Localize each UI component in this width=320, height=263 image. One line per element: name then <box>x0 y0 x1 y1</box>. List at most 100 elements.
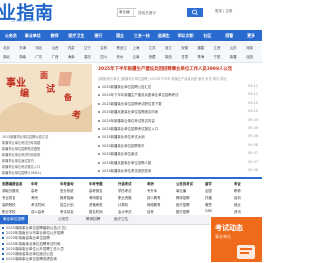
category-link[interactable]: 专升本 <box>147 188 157 193</box>
region-link[interactable]: 辽宁 <box>84 45 91 50</box>
region-link[interactable]: 上海 <box>133 45 140 50</box>
region-link[interactable]: 新疆 <box>230 54 237 59</box>
category-link[interactable]: 自考 <box>147 209 154 214</box>
nav-item[interactable]: 事业单位 <box>22 30 44 41</box>
news-item[interactable]: 2025新疆事业单位招聘考试职位表下载 09-10 <box>98 101 258 107</box>
region-link[interactable]: 西藏 <box>149 54 156 59</box>
region-link[interactable]: 吉林 <box>100 45 107 50</box>
category-link[interactable]: 专业排名 <box>2 195 16 200</box>
region-link[interactable]: 重庆 <box>84 54 91 59</box>
category-link[interactable]: 招生计划 <box>60 202 74 207</box>
region-link[interactable]: 安徽 <box>181 45 188 50</box>
region-link[interactable]: 福建 <box>197 45 204 50</box>
site-logo[interactable]: 业指南 zhinan.com <box>0 0 92 28</box>
news-item[interactable]: 2025新疆事业单位招聘条件 09-08 <box>98 143 258 149</box>
category-link[interactable]: 职业资格 <box>118 195 132 200</box>
nav-item[interactable]: 国企 <box>109 30 131 41</box>
category-link[interactable]: 就业 <box>234 202 241 207</box>
promo-banner[interactable]: 事业编面试备考 <box>0 64 92 132</box>
category-link[interactable]: 考研 <box>147 181 154 186</box>
category-link[interactable]: 银行招聘 <box>176 209 190 214</box>
category-link[interactable]: 事业编 <box>176 188 186 193</box>
region-link[interactable]: 云南 <box>133 54 140 59</box>
category-link[interactable]: 雅思 <box>205 202 212 207</box>
news-item[interactable]: 2025新疆事业单位招聘考试报名入口 09-09 <box>98 126 258 132</box>
left-list-item[interactable]: 新疆事业单位考试时间安排 <box>2 152 40 157</box>
nav-item[interactable]: 公务员 <box>0 30 22 41</box>
region-link[interactable]: 广西 <box>52 54 59 59</box>
bottom-tab[interactable]: 事业单位招聘 <box>0 215 28 224</box>
nav-item[interactable]: 招警 <box>218 30 240 41</box>
category-link[interactable]: 高职院校 <box>2 202 16 207</box>
category-link[interactable]: 留学 <box>205 181 212 186</box>
category-link[interactable]: 高考 <box>31 188 38 193</box>
region-link[interactable]: 河北 <box>35 45 42 50</box>
news-item[interactable]: 2025新疆事业单位考试成绩查询 09-06 <box>98 168 258 174</box>
region-link[interactable]: 青海 <box>197 54 204 59</box>
region-link[interactable]: 湖南 <box>19 54 26 59</box>
region-link[interactable]: 山西 <box>52 45 59 50</box>
news-item[interactable]: 2025新疆兵团事业单位招聘人数 09-07 <box>98 160 258 166</box>
category-link[interactable]: 资讯 <box>234 209 241 214</box>
category-link[interactable]: 查分系统 <box>60 188 74 193</box>
category-link[interactable]: 学历考试 <box>118 188 132 193</box>
category-link[interactable]: 公务员考试 <box>176 181 193 186</box>
category-link[interactable]: 成人教育 <box>147 195 161 200</box>
category-link[interactable]: 考研 <box>31 195 38 200</box>
search-button[interactable] <box>187 8 203 17</box>
region-link[interactable]: 内蒙 <box>68 45 75 50</box>
category-link[interactable]: 考研报名 <box>89 195 103 200</box>
category-link[interactable]: 高考报名 <box>89 188 103 193</box>
region-link[interactable]: 海南 <box>68 54 75 59</box>
bottom-tab[interactable]: 教师招聘 <box>86 215 100 224</box>
region-link[interactable]: 江西 <box>214 45 221 50</box>
category-link[interactable]: 中考 <box>31 181 38 186</box>
nav-item[interactable]: 教师 <box>44 30 66 41</box>
news-item[interactable]: 2025新疆事业单位面试 09-07 <box>98 151 258 157</box>
left-list-item[interactable]: 新疆事业单位招聘(1998人) <box>2 170 41 175</box>
category-link[interactable]: 中考专题 <box>89 181 103 186</box>
category-link[interactable]: 志愿填报信息 <box>2 181 22 186</box>
category-link[interactable]: 教师招聘 <box>176 195 190 200</box>
news-item[interactable]: 2025年下半年新疆生产建设兵团事业单位招聘考试 09-11 <box>98 92 258 98</box>
category-link[interactable]: 考试时间 <box>31 202 45 207</box>
header-links[interactable]: 登录 | 注册 <box>215 9 232 14</box>
region-link[interactable]: 浙江 <box>165 45 172 50</box>
category-link[interactable]: 职称 <box>234 188 241 193</box>
category-link[interactable]: 托福 <box>205 195 212 200</box>
category-link[interactable]: 计算机 <box>118 202 128 207</box>
category-link[interactable]: 报名时间 <box>89 209 103 214</box>
nav-item[interactable]: 更多 <box>240 30 262 41</box>
region-link[interactable]: 江苏 <box>149 45 156 50</box>
category-link[interactable]: GRE <box>205 209 212 213</box>
region-link[interactable]: 湖北 <box>3 54 10 59</box>
category-link[interactable]: 成人高考 <box>31 209 45 214</box>
region-link[interactable]: 广东 <box>35 54 42 59</box>
left-list-item[interactable]: 新疆事业单位考试报名入口 <box>2 164 40 169</box>
news-item[interactable]: 2025新疆兵团事业单位招聘报名时间 09-10 <box>98 109 258 115</box>
headline[interactable]: 2025年下半年新疆生产建设兵团招聘事业单位工作人员2998人公告 <box>98 66 260 74</box>
category-link[interactable]: 网络教育 <box>147 202 161 207</box>
news-item[interactable]: 2025新疆事业单位招聘公告汇总 09-11 <box>98 84 258 90</box>
search-input[interactable] <box>136 8 191 19</box>
category-link[interactable]: 会计考试 <box>118 209 132 214</box>
region-link[interactable]: 黑龙江 <box>116 45 126 50</box>
region-link[interactable]: 陕西 <box>165 54 172 59</box>
category-link[interactable]: 医疗招聘 <box>176 202 190 207</box>
category-link[interactable]: 考试动态 <box>60 209 74 214</box>
region-link[interactable]: 兵团 <box>246 54 253 59</box>
category-link[interactable]: 职业学校 <box>2 209 16 214</box>
region-link[interactable]: 贵州 <box>116 54 123 59</box>
region-link[interactable]: 天津 <box>19 45 26 50</box>
category-link[interactable]: 出国 <box>205 188 212 193</box>
nav-item[interactable]: 选调生 <box>153 30 175 41</box>
left-list-item[interactable]: 新疆事业单位招聘笔试题型 <box>2 146 40 151</box>
bottom-list-item[interactable]: 2025湖南事业单位招聘成绩查询 <box>2 257 208 263</box>
category-link[interactable]: 报考指南 <box>60 195 74 200</box>
promo-card[interactable]: 考试动态 事业单位 <box>211 217 262 262</box>
category-link[interactable]: 资格审查 <box>89 202 103 207</box>
left-list-item[interactable]: 新疆事业单位考试历年真题 <box>2 140 40 145</box>
nav-item[interactable]: 银行 <box>87 30 109 41</box>
region-link[interactable]: 宁夏 <box>214 54 221 59</box>
news-item[interactable]: 2025年新疆事业单位考试笔试内容 09-09 <box>98 118 258 124</box>
